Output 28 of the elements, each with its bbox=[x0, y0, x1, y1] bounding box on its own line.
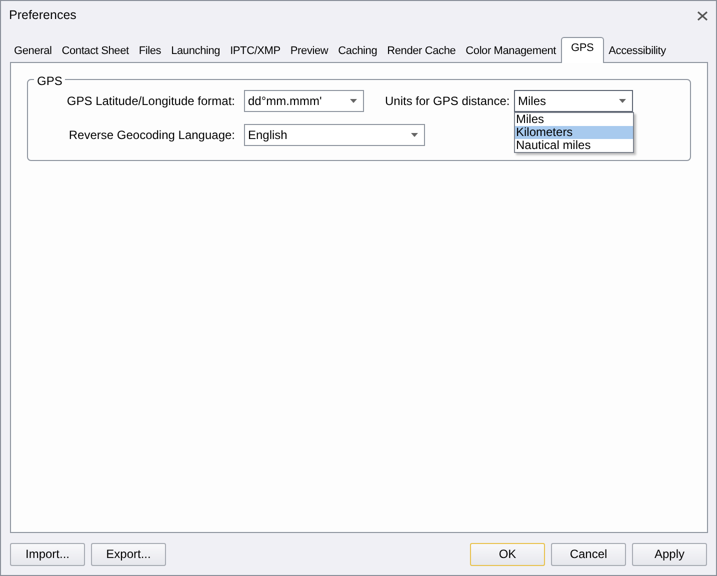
dropdown[interactable]: dd°mm.mmm' bbox=[244, 90, 364, 112]
dialog-button[interactable]: OK bbox=[470, 542, 545, 566]
tab[interactable]: GPS bbox=[561, 37, 604, 63]
dialog-button[interactable]: Cancel bbox=[551, 542, 626, 566]
tab[interactable]: Preview bbox=[285, 41, 334, 62]
tab[interactable]: General bbox=[9, 41, 57, 62]
tab[interactable]: Color Management bbox=[460, 41, 562, 62]
dropdown-arrow-icon bbox=[411, 133, 418, 137]
tab[interactable]: Caching bbox=[333, 41, 382, 62]
close-icon[interactable] bbox=[697, 10, 708, 20]
dropdown[interactable]: English bbox=[244, 124, 425, 146]
dropdown-arrow-icon bbox=[350, 99, 357, 103]
tab[interactable]: Launching bbox=[166, 41, 226, 62]
tab[interactable]: Accessibility bbox=[604, 41, 671, 62]
field-label: GPS Latitude/Longitude format: bbox=[66, 93, 235, 110]
dialog-button[interactable]: Import... bbox=[10, 542, 85, 566]
tab[interactable]: Files bbox=[134, 41, 166, 62]
tab[interactable]: Contact Sheet bbox=[56, 41, 134, 62]
dropdown-option[interactable]: Miles bbox=[515, 113, 633, 126]
dialog-button[interactable]: Apply bbox=[632, 542, 707, 566]
field-label: Reverse Geocoding Language: bbox=[68, 127, 235, 144]
dropdown-option[interactable]: Kilometers bbox=[515, 126, 633, 139]
dropdown-option[interactable]: Nautical miles bbox=[515, 139, 633, 152]
dialog-button[interactable]: Export... bbox=[91, 542, 166, 566]
tab[interactable]: IPTC/XMP bbox=[225, 41, 286, 62]
tab[interactable]: Render Cache bbox=[382, 41, 461, 62]
window-title: Preferences bbox=[9, 7, 76, 24]
dropdown-arrow-icon bbox=[619, 99, 626, 103]
